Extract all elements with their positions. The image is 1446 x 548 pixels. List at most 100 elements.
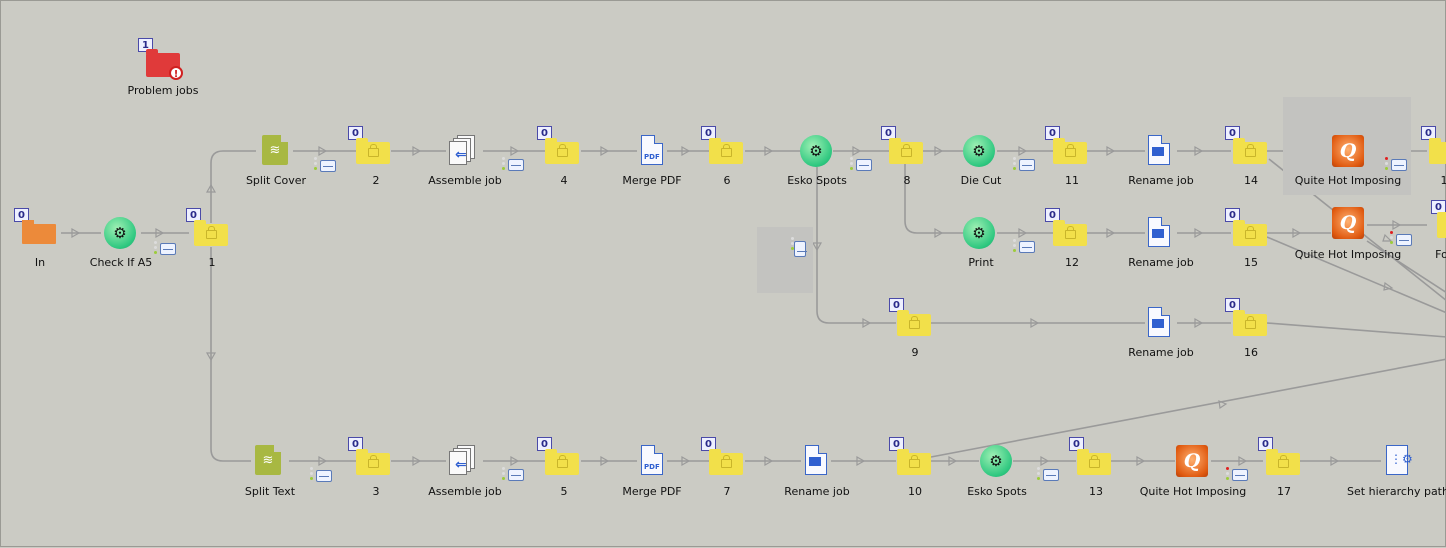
node-label: Split Text xyxy=(245,485,295,498)
folder-icon[interactable] xyxy=(1077,453,1111,475)
tray-icon xyxy=(1232,469,1248,481)
node-label: 3 xyxy=(373,485,380,498)
pdf-document-icon[interactable]: PDF xyxy=(641,135,663,165)
connector xyxy=(211,151,256,223)
rename-document-icon[interactable] xyxy=(1148,217,1170,247)
node-label: Merge PDF xyxy=(622,174,681,187)
rename-document-icon[interactable] xyxy=(805,445,827,475)
folder-icon[interactable] xyxy=(194,224,228,246)
folder-icon[interactable] xyxy=(1053,142,1087,164)
connector xyxy=(905,163,963,233)
connector xyxy=(1267,323,1446,337)
node-label: 8 xyxy=(904,174,911,187)
tray-icon xyxy=(856,159,872,171)
node-label: Assemble job xyxy=(428,174,502,187)
gear-script-icon[interactable]: ⚙ xyxy=(963,135,995,167)
folder-icon[interactable] xyxy=(545,453,579,475)
pdf-document-icon[interactable]: PDF xyxy=(641,445,663,475)
node-label: In xyxy=(35,256,45,269)
quite-hot-imposing-icon[interactable]: Q xyxy=(1332,135,1364,167)
rename-document-icon[interactable] xyxy=(1148,135,1170,165)
node-label: Rename job xyxy=(1128,256,1193,269)
folder-icon[interactable] xyxy=(1437,216,1446,238)
folder-icon[interactable] xyxy=(1266,453,1300,475)
warning-icon: ! xyxy=(169,66,183,80)
node-label: Print xyxy=(968,256,993,269)
tray-icon xyxy=(1043,469,1059,481)
node-label: Fol xyxy=(1435,248,1446,261)
node-label: 1 xyxy=(1441,174,1446,187)
connector xyxy=(817,167,896,323)
folder-icon[interactable] xyxy=(1233,224,1267,246)
node-label: 10 xyxy=(908,485,922,498)
node-label: Assemble job xyxy=(428,485,502,498)
node-label: Rename job xyxy=(1128,174,1193,187)
node-label: 4 xyxy=(561,174,568,187)
split-layers-icon[interactable]: ≋ xyxy=(262,135,288,165)
node-label: Die Cut xyxy=(961,174,1002,187)
node-label: 13 xyxy=(1089,485,1103,498)
folder-icon[interactable] xyxy=(709,453,743,475)
node-label: Esko Spots xyxy=(967,485,1027,498)
folder-icon[interactable] xyxy=(356,453,390,475)
selection-highlight xyxy=(757,227,813,293)
node-label: 16 xyxy=(1244,346,1258,359)
split-layers-icon[interactable]: ≋ xyxy=(255,445,281,475)
connector xyxy=(211,247,251,461)
quite-hot-imposing-icon[interactable]: Q xyxy=(1176,445,1208,477)
node-label: Problem jobs xyxy=(128,84,199,97)
folder-icon[interactable] xyxy=(356,142,390,164)
node-label: 6 xyxy=(724,174,731,187)
input-folder-icon[interactable] xyxy=(22,224,56,244)
rename-document-icon[interactable] xyxy=(1148,307,1170,337)
flow-canvas[interactable]: 1 ! Problem jobs 0 In ⚙ Check If A5 0 1 … xyxy=(0,0,1446,547)
folder-icon[interactable] xyxy=(1233,314,1267,336)
tray-icon xyxy=(508,469,524,481)
node-label: Rename job xyxy=(784,485,849,498)
gear-script-icon[interactable]: ⚙ xyxy=(800,135,832,167)
node-label: 12 xyxy=(1065,256,1079,269)
node-label: Esko Spots xyxy=(787,174,847,187)
quite-hot-imposing-icon[interactable]: Q xyxy=(1332,207,1364,239)
gear-script-icon[interactable]: ⚙ xyxy=(104,217,136,249)
folder-icon[interactable] xyxy=(897,314,931,336)
node-label: Quite Hot Imposing xyxy=(1295,248,1402,261)
tray-icon xyxy=(1396,234,1412,246)
assemble-job-icon[interactable]: ⇐ xyxy=(449,445,477,475)
folder-icon[interactable] xyxy=(1429,142,1446,164)
folder-icon[interactable] xyxy=(709,142,743,164)
folder-icon[interactable] xyxy=(545,142,579,164)
node-label: 9 xyxy=(912,346,919,359)
assemble-job-icon[interactable]: ⇐ xyxy=(449,135,477,165)
node-label: Set hierarchy path xyxy=(1347,485,1446,498)
tray-icon xyxy=(320,160,336,172)
tray-icon xyxy=(1391,159,1407,171)
hierarchy-icon[interactable]: ⋮⚙ xyxy=(1386,445,1408,475)
node-label: 11 xyxy=(1065,174,1079,187)
node-label: Split Cover xyxy=(246,174,306,187)
tray-icon xyxy=(1019,241,1035,253)
tray-icon xyxy=(316,470,332,482)
arrowhead xyxy=(1219,401,1226,408)
folder-icon[interactable] xyxy=(889,142,923,164)
node-label: Check If A5 xyxy=(90,256,152,269)
problem-folder-icon[interactable]: ! xyxy=(146,53,180,77)
gear-script-icon[interactable]: ⚙ xyxy=(963,217,995,249)
folder-icon[interactable] xyxy=(1053,224,1087,246)
tray-icon xyxy=(1019,159,1035,171)
node-label: 14 xyxy=(1244,174,1258,187)
node-label: 5 xyxy=(561,485,568,498)
node-label: 17 xyxy=(1277,485,1291,498)
tray-icon xyxy=(160,243,176,255)
node-label: Merge PDF xyxy=(622,485,681,498)
tray-icon xyxy=(794,241,806,257)
node-label: Quite Hot Imposing xyxy=(1140,485,1247,498)
gear-script-icon[interactable]: ⚙ xyxy=(980,445,1012,477)
node-label: 1 xyxy=(209,256,216,269)
folder-icon[interactable] xyxy=(1233,142,1267,164)
folder-icon[interactable] xyxy=(897,453,931,475)
connector xyxy=(931,359,1446,457)
node-label: Quite Hot Imposing xyxy=(1295,174,1402,187)
node-label: Rename job xyxy=(1128,346,1193,359)
node-label: 7 xyxy=(724,485,731,498)
